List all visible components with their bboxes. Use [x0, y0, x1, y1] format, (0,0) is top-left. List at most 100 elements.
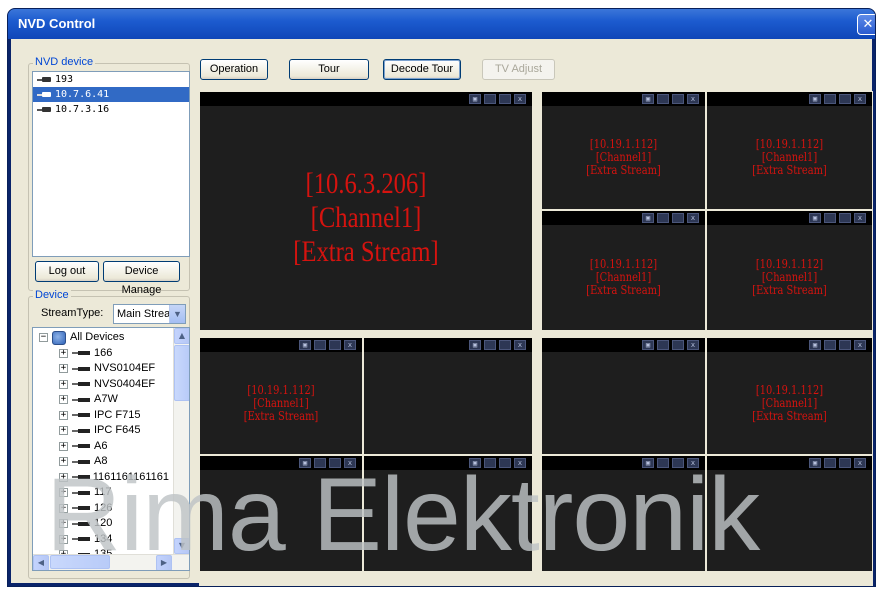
collapse-icon[interactable]: − [39, 333, 48, 343]
expand-icon[interactable]: + [59, 348, 68, 358]
video-pane[interactable]: ▣ x [10.19.1.112] [Channel1] [Extra Stream] [706, 210, 873, 331]
tree-horizontal-scrollbar[interactable]: ◀ ▶ [33, 554, 189, 570]
window-icon[interactable]: ▣ [809, 94, 821, 104]
stream-type-select[interactable]: Main Strear ▼ [113, 304, 186, 324]
close-icon[interactable]: x [687, 458, 699, 468]
expand-icon[interactable]: + [59, 519, 68, 529]
tree-device-item[interactable]: + A7W [39, 392, 169, 408]
nvd-device-list[interactable]: 193 10.7.6.41 10.7.3.16 [32, 71, 190, 257]
close-icon[interactable]: x [344, 458, 356, 468]
tree-device-item[interactable]: + IPC F645 [39, 423, 169, 439]
video-pane[interactable]: ▣ x [10.19.1.112] [Channel1] [Extra Stream] [706, 337, 873, 455]
window-icon[interactable]: ▣ [469, 340, 481, 350]
expand-icon[interactable]: + [59, 488, 68, 498]
video-pane-main[interactable]: ▣ x [10.6.3.206] [Channel1] [Extra Stream] [199, 91, 533, 331]
scroll-up-icon[interactable]: ▲ [174, 328, 189, 344]
window-icon[interactable]: ▣ [642, 94, 654, 104]
close-icon[interactable]: x [854, 94, 866, 104]
close-icon[interactable]: x [344, 340, 356, 350]
blank-icon[interactable] [824, 94, 836, 104]
blank-icon[interactable] [499, 340, 511, 350]
scroll-thumb[interactable] [174, 345, 189, 401]
blank-icon[interactable] [824, 340, 836, 350]
blank-icon[interactable] [499, 458, 511, 468]
expand-icon[interactable]: + [59, 441, 68, 451]
tree-device-item[interactable]: + A8 [39, 454, 169, 470]
video-pane[interactable]: ▣ x [10.19.1.112] [Channel1] [Extra Stream] [706, 91, 873, 210]
log-out-button[interactable]: Log out [35, 261, 99, 282]
expand-icon[interactable]: + [59, 379, 68, 389]
close-icon[interactable]: x [514, 340, 526, 350]
blank-icon[interactable] [657, 340, 669, 350]
tree-vertical-scrollbar[interactable]: ▲ ▼ [173, 328, 189, 554]
tree-device-item[interactable]: +1161161161161 [39, 470, 169, 486]
tv-adjust-button[interactable]: TV Adjust [482, 59, 555, 80]
window-icon[interactable]: ▣ [809, 340, 821, 350]
blank-icon[interactable] [839, 94, 851, 104]
blank-icon[interactable] [314, 340, 326, 350]
window-icon[interactable]: ▣ [469, 94, 481, 104]
video-pane[interactable]: ▣ x [199, 455, 363, 572]
close-icon[interactable]: x [687, 340, 699, 350]
tree-device-item[interactable]: + IPC F715 [39, 408, 169, 424]
expand-icon[interactable]: + [59, 503, 68, 513]
window-icon[interactable]: ▣ [642, 340, 654, 350]
nvd-device-item-selected[interactable]: 10.7.6.41 [33, 87, 189, 102]
blank-icon[interactable] [839, 213, 851, 223]
blank-icon[interactable] [839, 340, 851, 350]
close-icon[interactable]: x [514, 458, 526, 468]
window-icon[interactable]: ▣ [809, 458, 821, 468]
close-icon[interactable]: x [687, 213, 699, 223]
operation-button[interactable]: Operation [200, 59, 268, 80]
tree-device-item[interactable]: +166 [39, 346, 169, 362]
window-icon[interactable]: ▣ [299, 340, 311, 350]
blank-icon[interactable] [672, 458, 684, 468]
blank-icon[interactable] [824, 213, 836, 223]
blank-icon[interactable] [329, 340, 341, 350]
expand-icon[interactable]: + [59, 426, 68, 436]
window-icon[interactable]: ▣ [642, 458, 654, 468]
tree-device-item[interactable]: + NVS0104EF [39, 361, 169, 377]
video-pane[interactable]: ▣ x [363, 337, 533, 455]
window-icon[interactable]: ▣ [809, 213, 821, 223]
expand-icon[interactable]: + [59, 472, 68, 482]
blank-icon[interactable] [657, 458, 669, 468]
nvd-device-item[interactable]: 10.7.3.16 [33, 102, 189, 117]
blank-icon[interactable] [329, 458, 341, 468]
blank-icon[interactable] [484, 94, 496, 104]
expand-icon[interactable]: + [59, 410, 68, 420]
close-icon[interactable]: x [854, 458, 866, 468]
blank-icon[interactable] [484, 458, 496, 468]
device-manage-button[interactable]: Device Manage [103, 261, 180, 296]
blank-icon[interactable] [314, 458, 326, 468]
device-tree[interactable]: − All Devices +166 + NVS0104EF + NVS0404EF + A… [32, 327, 190, 571]
blank-icon[interactable] [672, 340, 684, 350]
close-icon[interactable]: x [514, 94, 526, 104]
window-icon[interactable]: ▣ [299, 458, 311, 468]
video-pane[interactable]: ▣ x [10.19.1.112] [Channel1] [Extra Stream] [541, 210, 706, 331]
scroll-down-icon[interactable]: ▼ [174, 538, 189, 554]
video-pane[interactable]: ▣ x [10.19.1.112] [Channel1] [Extra Stream] [199, 337, 363, 455]
blank-icon[interactable] [839, 458, 851, 468]
close-icon[interactable]: x [854, 340, 866, 350]
video-pane[interactable]: ▣ x [541, 337, 706, 455]
tree-device-item[interactable]: +120 [39, 516, 169, 532]
tree-device-item[interactable]: +126 [39, 501, 169, 517]
tree-device-item[interactable]: + A6 [39, 439, 169, 455]
tree-device-item[interactable]: + NVS0404EF [39, 377, 169, 393]
tree-device-item[interactable]: +134 [39, 532, 169, 548]
video-pane[interactable]: ▣ x [363, 455, 533, 572]
expand-icon[interactable]: + [59, 534, 68, 544]
decode-tour-button[interactable]: Decode Tour [383, 59, 461, 80]
blank-icon[interactable] [672, 94, 684, 104]
scroll-left-icon[interactable]: ◀ [33, 555, 49, 570]
blank-icon[interactable] [824, 458, 836, 468]
window-icon[interactable]: ▣ [642, 213, 654, 223]
tour-button[interactable]: Tour [289, 59, 369, 80]
tree-root[interactable]: − All Devices [39, 330, 169, 346]
title-bar[interactable]: NVD Control ✕ [8, 9, 875, 39]
window-icon[interactable]: ▣ [469, 458, 481, 468]
expand-icon[interactable]: + [59, 395, 68, 405]
nvd-device-item[interactable]: 193 [33, 72, 189, 87]
blank-icon[interactable] [657, 213, 669, 223]
